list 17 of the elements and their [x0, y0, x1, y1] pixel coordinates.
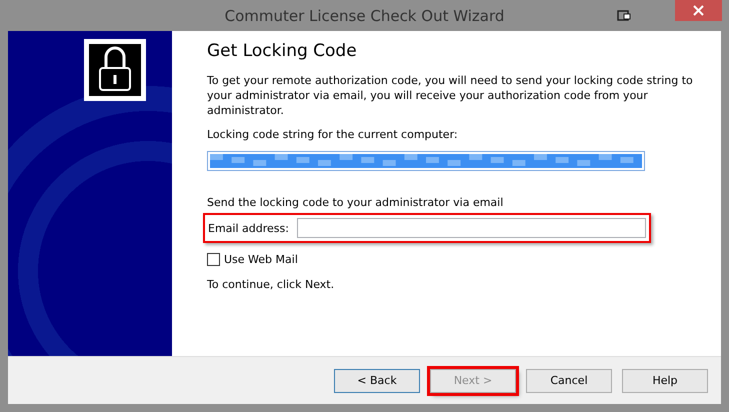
wizard-button[interactable]: < Back [334, 368, 420, 392]
hint-text: To continue, click Next. [207, 277, 336, 292]
email-label: Email address: [208, 222, 289, 234]
locking-code-label: Locking code string for the current computer: [207, 127, 459, 142]
wizard-button[interactable]: Cancel [526, 368, 612, 392]
web-mail-label: Use Web Mail [224, 253, 298, 266]
email-section-title: Send the locking code to your administrator via email [207, 195, 504, 210]
intro-text: To get your remote authorization code, you will need to send your locking code string to your administrator via email, you will receive your authorization code from your administrator. [207, 73, 694, 118]
page-heading: Get Locking Code [207, 41, 358, 61]
close-button[interactable] [675, 0, 722, 21]
wizard-button[interactable]: Help [622, 368, 708, 392]
padlock-icon [84, 39, 146, 101]
locking-code-field[interactable] [207, 151, 645, 171]
email-field[interactable] [296, 218, 646, 238]
close-icon [693, 5, 704, 16]
web-mail-checkbox[interactable] [207, 253, 220, 266]
window-title: Commuter License Check Out Wizard [224, 6, 504, 24]
